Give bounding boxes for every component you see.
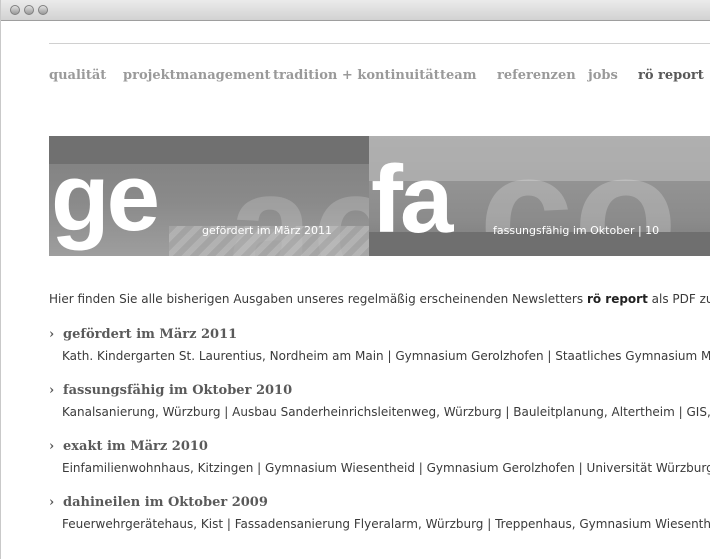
chevron-right-icon: › <box>49 495 55 510</box>
issue-description: Feuerwehrgerätehaus, Kist | Fassadensani… <box>62 517 710 531</box>
nav-item-jobs[interactable]: jobs <box>588 68 618 83</box>
nav-item-referenzen[interactable]: referenzen <box>497 68 576 83</box>
intro-text: Hier finden Sie alle bisherigen Ausgaben… <box>49 292 710 306</box>
window-titlebar <box>1 0 710 21</box>
banner-panel-gefoerdert[interactable]: ac ge gefördert im März 2011 <box>49 136 369 256</box>
chevron-right-icon: › <box>49 383 55 398</box>
top-divider <box>49 43 710 44</box>
issue-title-link[interactable]: › dahineilen im Oktober 2009 <box>49 495 268 510</box>
minimize-window-icon[interactable] <box>24 5 34 15</box>
issue-title-text: fassungsfähig im Oktober 2010 <box>63 383 293 398</box>
browser-window: qualität projektmanagement tradition + k… <box>0 0 710 559</box>
issue-title-text: gefördert im März 2011 <box>63 327 238 342</box>
issue-title-link[interactable]: › gefördert im März 2011 <box>49 327 237 342</box>
nav-item-ro-report[interactable]: rö report <box>638 68 704 83</box>
chevron-right-icon: › <box>49 327 55 342</box>
issue-title-link[interactable]: › fassungsfähig im Oktober 2010 <box>49 383 292 398</box>
nav-item-tradition-kontinuitaet[interactable]: tradition + kontinuität <box>273 68 440 83</box>
banner-big-letters-right: fa <box>371 146 453 253</box>
issue-title-link[interactable]: › exakt im März 2010 <box>49 439 208 454</box>
nav-item-team[interactable]: team <box>440 68 476 83</box>
banner-caption-left: gefördert im März 2011 <box>202 224 333 237</box>
nav-item-projektmanagement[interactable]: projektmanagement <box>123 68 271 83</box>
intro-text-strong: rö report <box>586 292 648 306</box>
intro-text-before: Hier finden Sie alle bisherigen Ausgaben… <box>49 292 587 306</box>
banner-panel-fassungsfaehig[interactable]: co fa fassungsfähig im Oktober | 10 <box>369 136 710 256</box>
zoom-window-icon[interactable] <box>38 5 48 15</box>
issue-description: Kanalsanierung, Würzburg | Ausbau Sander… <box>62 405 710 419</box>
issue-description: Einfamilienwohnhaus, Kitzingen | Gymnasi… <box>62 461 710 475</box>
nav-item-qualitaet[interactable]: qualität <box>49 68 106 83</box>
intro-text-after: als PDF zum D <box>651 292 710 306</box>
chevron-right-icon: › <box>49 439 55 454</box>
banner-caption-right: fassungsfähig im Oktober | 10 <box>493 224 660 237</box>
issue-title-text: dahineilen im Oktober 2009 <box>63 495 268 510</box>
close-window-icon[interactable] <box>10 5 20 15</box>
issue-description: Kath. Kindergarten St. Laurentius, Nordh… <box>62 349 710 363</box>
issue-title-text: exakt im März 2010 <box>63 439 208 454</box>
newsletter-banner: ac ge gefördert im März 2011 co fa fassu… <box>49 136 710 256</box>
banner-big-letters-left: ge <box>51 144 160 251</box>
